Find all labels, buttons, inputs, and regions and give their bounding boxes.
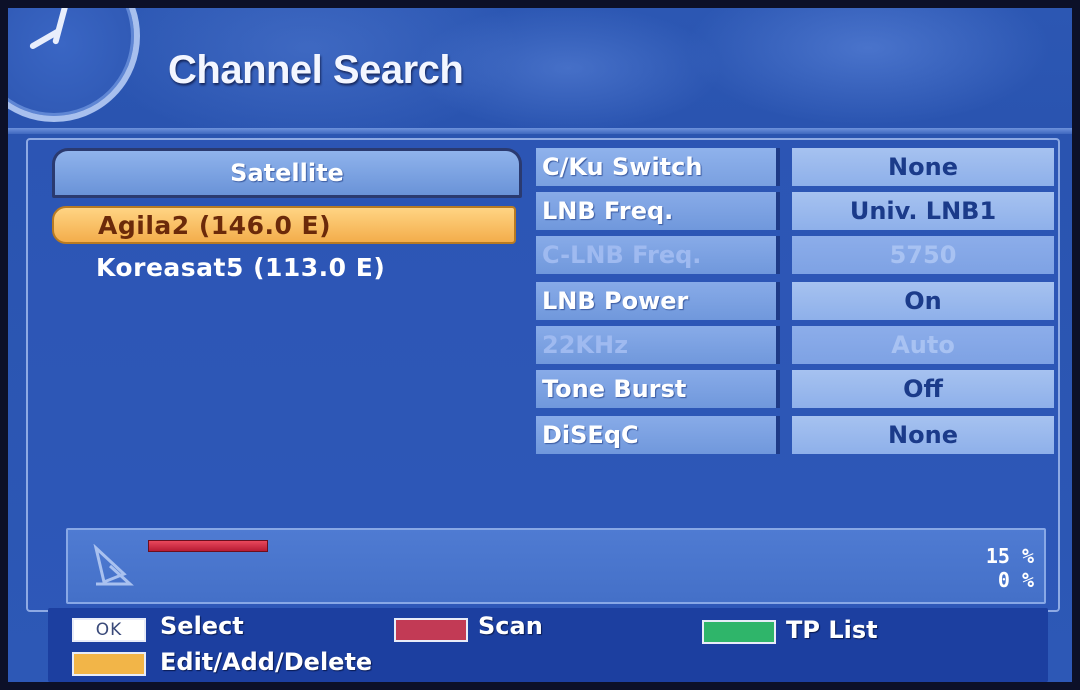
- setting-value[interactable]: On: [792, 282, 1054, 320]
- setting-22khz: 22KHz Auto: [536, 326, 1054, 364]
- setting-label: LNB Freq.: [536, 192, 780, 230]
- setting-value[interactable]: None: [792, 416, 1054, 454]
- setting-tone-burst[interactable]: Tone Burst Off: [536, 370, 1054, 408]
- setting-label: DiSEqC: [536, 416, 780, 454]
- setting-lnb-power[interactable]: LNB Power On: [536, 282, 1054, 320]
- tp-list-label: TP List: [786, 616, 878, 644]
- setting-value: Auto: [792, 326, 1054, 364]
- ok-key[interactable]: OK: [72, 618, 146, 642]
- satellite-list-header: Satellite: [52, 148, 522, 198]
- setting-c-ku-switch[interactable]: C/Ku Switch None: [536, 148, 1054, 186]
- header-divider: [8, 128, 1072, 134]
- scan-progress-bar: [148, 540, 948, 552]
- setting-label: LNB Power: [536, 282, 780, 320]
- setting-diseqc[interactable]: DiSEqC None: [536, 416, 1054, 454]
- setting-label: 22KHz: [536, 326, 780, 364]
- satellite-item-agila2[interactable]: Agila2 (146.0 E): [52, 206, 516, 244]
- select-label: Select: [160, 612, 244, 640]
- setting-label: C-LNB Freq.: [536, 236, 780, 274]
- satellite-dish-icon: [93, 544, 134, 586]
- satellite-item-label: Koreasat5 (113.0 E): [96, 252, 386, 282]
- red-key[interactable]: [394, 618, 468, 642]
- signal-quality-percent: 0 %: [997, 568, 1034, 592]
- satellite-item-label: Agila2 (146.0 E): [98, 210, 332, 240]
- setting-lnb-freq[interactable]: LNB Freq. Univ. LNB1: [536, 192, 1054, 230]
- clock-icon: [8, 8, 140, 122]
- setting-value: 5750: [792, 236, 1054, 274]
- setting-value[interactable]: Univ. LNB1: [792, 192, 1054, 230]
- channel-search-screen: Channel Search Satellite Agila2 (146.0 E…: [8, 8, 1072, 682]
- setting-value[interactable]: None: [792, 148, 1054, 186]
- page-title: Channel Search: [168, 48, 464, 92]
- scan-label: Scan: [478, 612, 543, 640]
- setting-c-lnb-freq: C-LNB Freq. 5750: [536, 236, 1054, 274]
- setting-label: C/Ku Switch: [536, 148, 780, 186]
- satellite-item-koreasat5[interactable]: Koreasat5 (113.0 E): [52, 248, 516, 286]
- signal-progress-box: 15 % 0 %: [66, 528, 1046, 604]
- setting-label: Tone Burst: [536, 370, 780, 408]
- yellow-key[interactable]: [72, 652, 146, 676]
- edit-add-delete-label: Edit/Add/Delete: [160, 648, 373, 676]
- signal-strength-percent: 15 %: [985, 544, 1034, 568]
- scan-progress-fill: [148, 540, 268, 552]
- green-key[interactable]: [702, 620, 776, 644]
- footer-key-guide: OK Select Scan TP List Edit/Add/Delete: [48, 608, 1048, 682]
- setting-value[interactable]: Off: [792, 370, 1054, 408]
